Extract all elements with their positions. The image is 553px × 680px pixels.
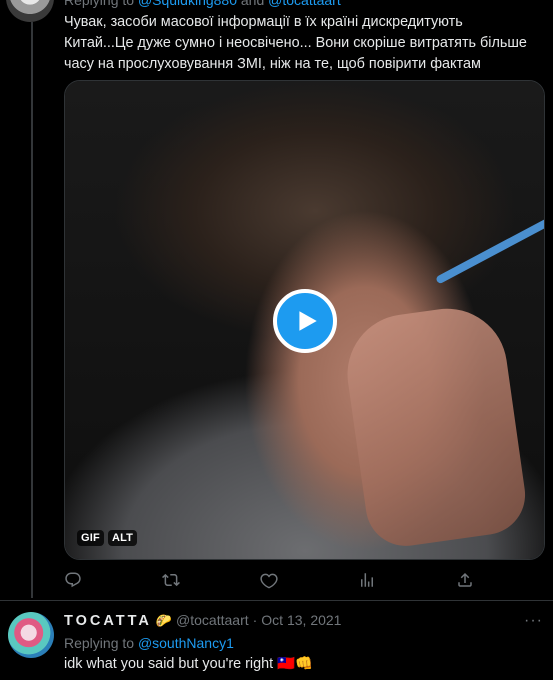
replying-label: Replying to [64, 635, 138, 651]
user-handle[interactable]: @tocattaart [176, 612, 249, 628]
tweet-actions [64, 571, 474, 589]
alt-badge[interactable]: ALT [107, 530, 138, 546]
tweet-timestamp[interactable]: Oct 13, 2021 [261, 612, 341, 628]
taco-emoji: 🌮 [155, 613, 173, 628]
reply-icon [65, 572, 81, 588]
play-button[interactable] [273, 289, 337, 353]
replying-handle-link[interactable]: @tocattaart [268, 0, 341, 8]
avatar[interactable] [6, 0, 54, 22]
tweet-text: idk what you said but you're right 🇹🇼👊 [64, 656, 313, 672]
replying-to-line: Replying to @southNancy1 [64, 635, 234, 651]
replying-handle-link[interactable]: @Squidking880 [138, 0, 237, 8]
gif-badge: GIF [77, 530, 104, 546]
like-icon [260, 573, 278, 589]
views-button[interactable] [358, 571, 376, 589]
tweet-divider [0, 600, 553, 601]
share-button[interactable] [456, 571, 474, 589]
retweet-icon [162, 573, 180, 587]
gif-media[interactable]: GIF ALT [64, 80, 545, 560]
retweet-button[interactable] [162, 571, 180, 589]
avatar[interactable] [8, 612, 54, 658]
replying-to-line: Replying to @Squidking880 and @tocattaar… [64, 0, 341, 8]
thread-connector-line [31, 22, 33, 598]
share-icon [458, 572, 472, 587]
meta-separator: · [252, 612, 258, 628]
more-options-button[interactable]: ··· [524, 612, 543, 630]
replying-label: Replying to [64, 0, 138, 8]
views-icon [361, 573, 373, 587]
media-badges: GIF ALT [77, 530, 138, 546]
reply-button[interactable] [64, 571, 82, 589]
like-button[interactable] [260, 571, 278, 589]
display-name[interactable]: TOCATTA [64, 613, 152, 629]
tweet-header: TOCATTA 🌮 @tocattaart · Oct 13, 2021 [64, 612, 341, 629]
play-icon [299, 311, 317, 331]
replying-join-text: and [237, 0, 269, 8]
replying-handle-link[interactable]: @southNancy1 [138, 635, 234, 651]
tweet-text: Чувак, засоби масової інформації в їх кр… [64, 14, 527, 72]
